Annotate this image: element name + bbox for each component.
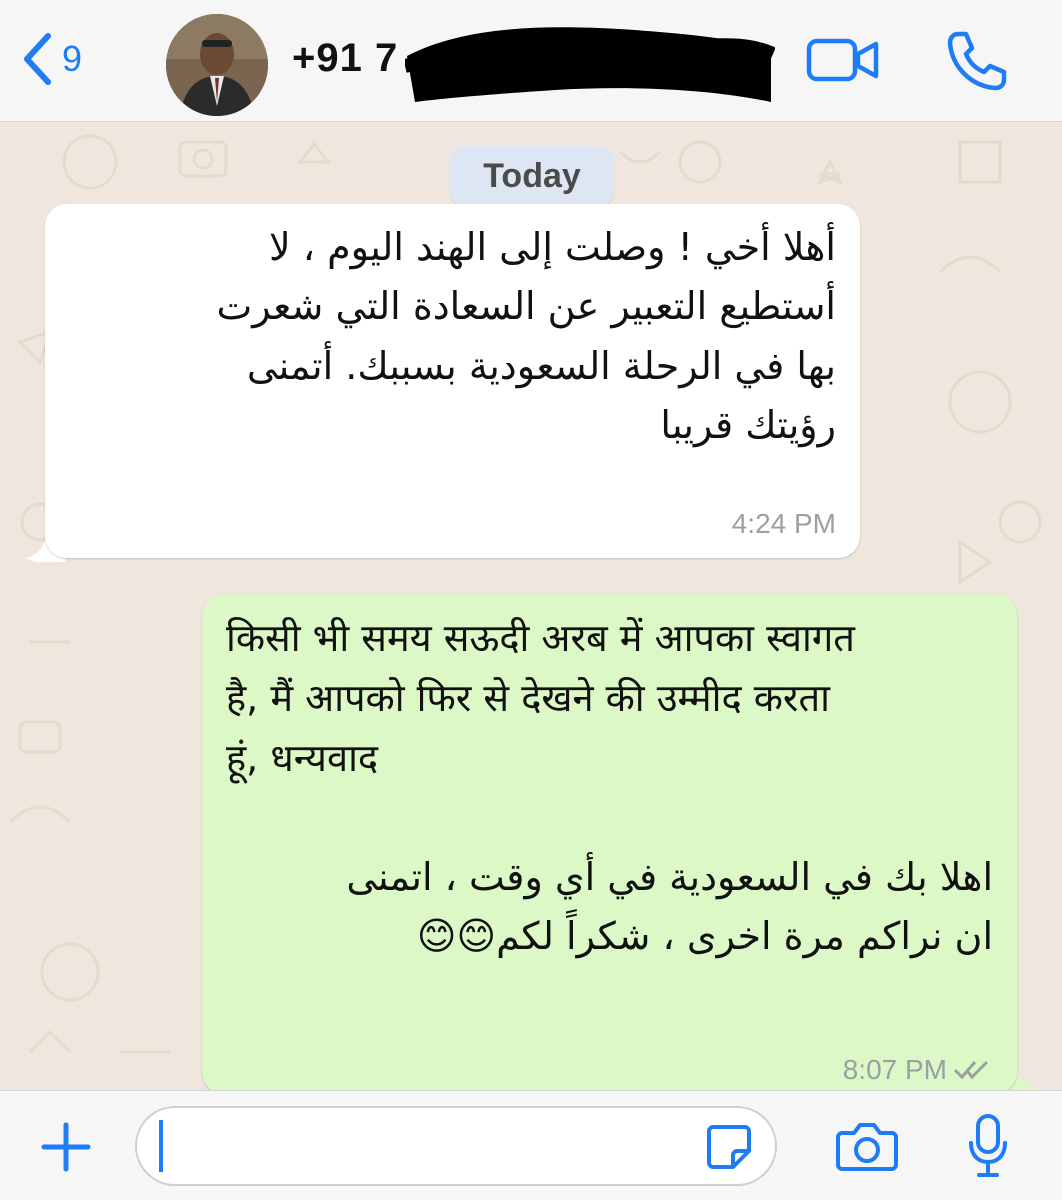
message-line: किसी भी समय सऊदी अरब में आपका स्वागत bbox=[226, 616, 855, 660]
avatar[interactable] bbox=[166, 14, 268, 116]
chevron-left-icon bbox=[22, 32, 52, 86]
message-time: 4:24 PM bbox=[731, 508, 836, 539]
outgoing-message[interactable]: किसी भी समय सऊदी अरब में आपका स्वागत है,… bbox=[202, 594, 1017, 1090]
message-line: بها في الرحلة السعودية بسببك. أتمنى bbox=[246, 343, 836, 388]
text-caret bbox=[159, 1120, 163, 1172]
compose-bar bbox=[0, 1090, 1062, 1200]
date-divider: Today bbox=[450, 146, 614, 206]
message-text: أهلا أخي ! وصلت إلى الهند اليوم ، لا أست… bbox=[69, 218, 836, 455]
message-line: اهلا بك في السعودية في أي وقت ، اتمنى bbox=[346, 855, 993, 900]
redaction-scribble bbox=[405, 27, 775, 102]
chat-header: 9 +91 7 bbox=[0, 0, 1062, 122]
phone-icon[interactable] bbox=[944, 28, 1008, 96]
incoming-message[interactable]: أهلا أخي ! وصلت إلى الهند اليوم ، لا أست… bbox=[45, 204, 860, 558]
contact-name[interactable]: +91 7 bbox=[292, 36, 398, 81]
conversation-area[interactable]: Today أهلا أخي ! وصلت إلى الهند اليوم ، … bbox=[0, 122, 1062, 1090]
message-line: हूं, धन्यवाद bbox=[226, 736, 379, 781]
back-button[interactable]: 9 bbox=[22, 32, 82, 86]
message-line: ان نراكم مرة اخرى ، شكراً لكم😊😊 bbox=[416, 914, 993, 959]
video-camera-icon[interactable] bbox=[806, 38, 880, 86]
message-line: أهلا أخي ! وصلت إلى الهند اليوم ، لا bbox=[269, 225, 836, 269]
plus-icon[interactable] bbox=[40, 1121, 92, 1177]
unread-count: 9 bbox=[62, 38, 83, 79]
message-text-arabic: اهلا بك في السعودية في أي وقت ، اتمنى ان… bbox=[226, 848, 993, 967]
message-input-field[interactable] bbox=[135, 1106, 777, 1186]
message-line: أستطيع التعبير عن السعادة التي شعرت bbox=[216, 284, 836, 329]
sticker-icon[interactable] bbox=[705, 1123, 753, 1175]
message-text-hindi: किसी भी समय सऊदी अरब में आपका स्वागत है,… bbox=[226, 608, 993, 788]
message-input[interactable] bbox=[167, 1120, 711, 1174]
message-line: رؤيتك قريبا bbox=[660, 402, 836, 447]
camera-icon[interactable] bbox=[836, 1121, 898, 1175]
message-time: 8:07 PM bbox=[842, 1054, 947, 1085]
double-check-icon bbox=[953, 1058, 993, 1084]
message-line: है, मैं आपको फिर से देखने की उम्मीद करता bbox=[226, 676, 830, 721]
microphone-icon[interactable] bbox=[968, 1113, 1008, 1183]
